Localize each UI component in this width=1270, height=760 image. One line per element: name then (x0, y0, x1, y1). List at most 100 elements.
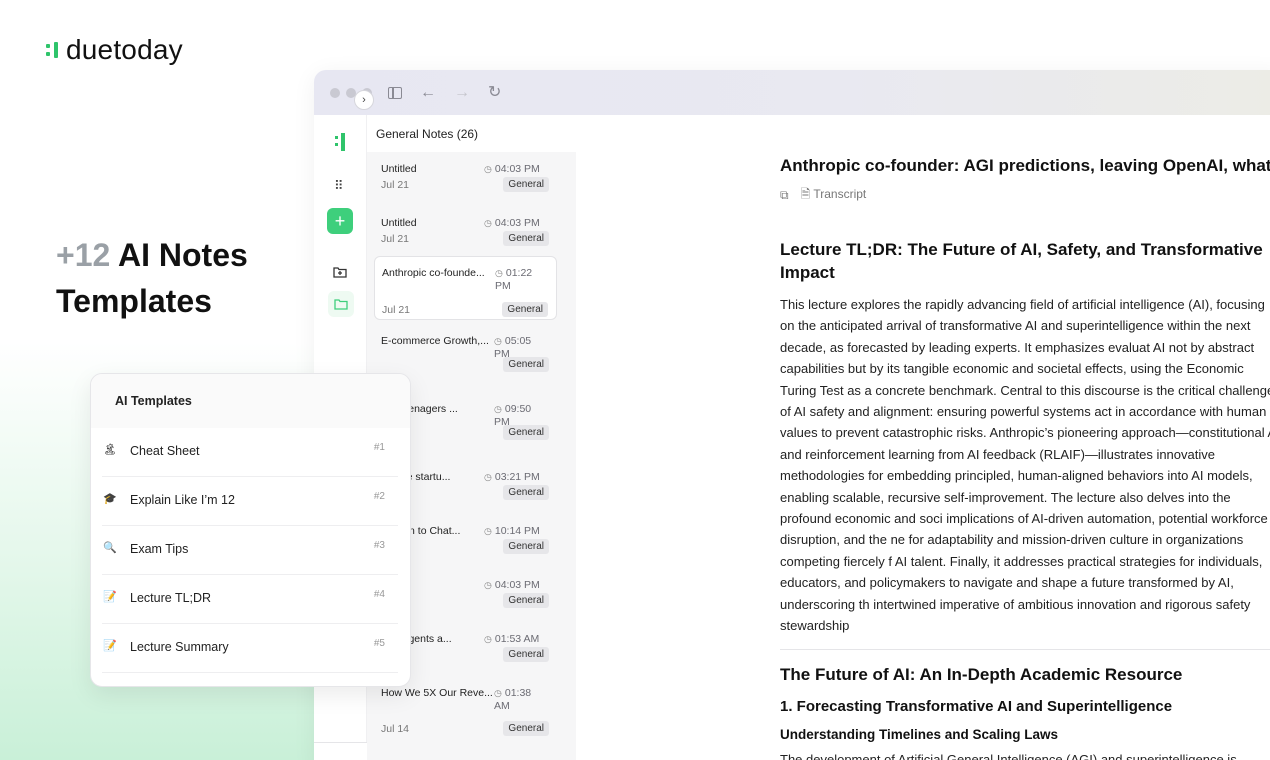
clock-icon: ◷ (494, 336, 502, 346)
divider (102, 672, 398, 673)
folder-icon[interactable] (328, 291, 354, 317)
duetoday-logo-icon (46, 40, 60, 60)
document-title: Anthropic co-founder: AGI predictions, l… (780, 156, 1270, 175)
plus-icon[interactable]: + (327, 208, 353, 234)
copy-icon[interactable]: ⧉ (780, 188, 789, 203)
template-emoji-icon: 🏝 (103, 444, 117, 456)
app-window: ← → ↻ ⠿ + › General Notes (26) Untitled ◷… (314, 70, 1270, 760)
note-time: ◷ 04:03 PM (484, 217, 540, 230)
browser-titlebar: ← → ↻ (314, 70, 1270, 115)
note-item[interactable]: Anthropic co-founde... ◷ 01:22 PM Jul 21 Gene… (374, 256, 557, 320)
document-icon: 🗎 (800, 187, 811, 201)
note-time-text: 01:53 AM (494, 633, 540, 645)
window-dot-close[interactable] (330, 87, 340, 98)
app-logo-icon (335, 133, 347, 151)
forward-arrow-icon[interactable]: → (454, 84, 470, 101)
note-tag: General (503, 177, 549, 192)
brand-logo: duetoday (46, 34, 183, 66)
rail-divider (314, 742, 367, 743)
document-view: Anthropic co-founder: AGI predictions, l… (780, 156, 1270, 760)
clock-icon: ◷ (484, 634, 492, 644)
note-tag: General (503, 485, 549, 500)
resource-heading: The Future of AI: An In-Depth Academic R… (780, 664, 1183, 684)
template-emoji-icon: 📝 (103, 591, 117, 603)
note-tag: General (503, 721, 549, 736)
note-title: Untitled (381, 163, 417, 175)
template-label: Lecture Summary (130, 640, 229, 654)
note-tag: General (503, 425, 549, 440)
sidebar-icon[interactable] (388, 86, 402, 99)
template-item[interactable]: 📝 Lecture Summary #5 (91, 624, 410, 673)
template-item[interactable]: 🔍 Exam Tips #3 (91, 526, 410, 575)
note-time: ◷ 01:22 PM (495, 267, 532, 293)
template-label: Cheat Sheet (130, 444, 200, 458)
note-tag: General (502, 302, 548, 317)
subsubsection-heading: Understanding Timelines and Scaling Laws (780, 726, 1059, 742)
template-item[interactable]: 🏝 Cheat Sheet #1 (91, 428, 410, 477)
clock-icon: ◷ (494, 404, 502, 414)
note-time-text: 03:21 PM (494, 471, 540, 483)
note-time: ◷ 04:03 PM (484, 163, 540, 176)
template-item[interactable]: 📝 Lecture TL;DR #4 (91, 575, 410, 624)
body-paragraph: The development of Artificial General In… (780, 751, 1237, 760)
template-number: #5 (373, 638, 385, 649)
clock-icon: ◷ (484, 472, 492, 482)
template-emoji-icon: 🔍 (103, 542, 117, 554)
note-time: ◷ 04:03 PM (484, 579, 540, 592)
note-time: ◷ 01:53 AM (484, 633, 539, 646)
headline: +12 AI Notes Templates (56, 232, 248, 324)
template-number: #1 (373, 442, 385, 453)
clock-icon: ◷ (484, 164, 492, 174)
note-tag: General (503, 231, 549, 246)
note-tag: General (503, 539, 549, 554)
expand-icon[interactable]: › (354, 90, 374, 110)
folder-plus-icon[interactable] (333, 266, 347, 281)
notes-list-header: General Notes (26) (367, 115, 576, 152)
template-number: #4 (373, 589, 385, 600)
headline-line2: Templates (56, 283, 212, 319)
clock-icon: ◷ (484, 218, 492, 228)
section-heading: Lecture TL;DR: The Future of AI, Safety,… (780, 240, 1263, 282)
clock-icon: ◷ (495, 268, 503, 278)
template-item[interactable]: 🎓 Explain Like I’m 12 #2 (91, 477, 410, 526)
note-date: Jul 21 (381, 233, 410, 245)
ai-templates-card: AI Templates 🏝 Cheat Sheet #1 🎓 Explain Like… (90, 373, 411, 687)
note-date: Jul 21 (382, 304, 411, 316)
note-tag: General (503, 647, 549, 662)
note-date: Jul 14 (381, 723, 410, 735)
summary-paragraph: This lecture explores the rapidly advanc… (780, 297, 1270, 634)
note-time: ◷ 10:14 PM (484, 525, 540, 538)
template-label: Explain Like I’m 12 (130, 493, 235, 507)
note-time-text: 10:14 PM (494, 525, 540, 537)
clock-icon: ◷ (484, 580, 492, 590)
clock-icon: ◷ (494, 688, 502, 698)
template-emoji-icon: 🎓 (103, 493, 117, 505)
template-emoji-icon: 📝 (103, 640, 117, 652)
note-time-text: 04:03 PM (494, 163, 540, 175)
note-tag: General (503, 593, 549, 608)
note-title: Anthropic co-founde... (382, 267, 485, 279)
note-time-text: 04:03 PM (494, 217, 540, 229)
note-item[interactable]: Untitled ◷ 04:03 PM Jul 21 General (374, 152, 557, 196)
headline-line1: AI Notes (117, 237, 248, 273)
divider (780, 648, 1270, 650)
note-time: ◷ 03:21 PM (484, 471, 540, 484)
transcript-link[interactable]: 🗎 Transcript (801, 185, 867, 206)
templates-header: AI Templates (91, 374, 410, 428)
note-tag: General (503, 357, 549, 372)
document-meta: ⧉ 🗎 Transcript (780, 185, 1270, 206)
note-date: Jul 21 (381, 179, 410, 191)
transcript-label: Transcript (813, 187, 867, 201)
note-item[interactable]: Untitled ◷ 04:03 PM Jul 21 General (374, 206, 557, 250)
note-time: ◷ 01:38 AM (494, 687, 531, 713)
template-label: Exam Tips (130, 542, 189, 556)
reload-icon[interactable]: ↻ (488, 84, 501, 101)
subsection-heading: 1. Forecasting Transformative AI and Sup… (780, 697, 1173, 715)
note-item[interactable]: E-commerce Growth,... ◷ 05:05 PM General (374, 324, 557, 376)
clock-icon: ◷ (484, 526, 492, 536)
back-arrow-icon[interactable]: ← (420, 84, 436, 101)
template-label: Lecture TL;DR (130, 591, 212, 605)
grid-icon[interactable]: ⠿ (334, 178, 344, 194)
brand-name: duetoday (66, 34, 183, 65)
note-title: How We 5X Our Reve... (381, 687, 493, 699)
